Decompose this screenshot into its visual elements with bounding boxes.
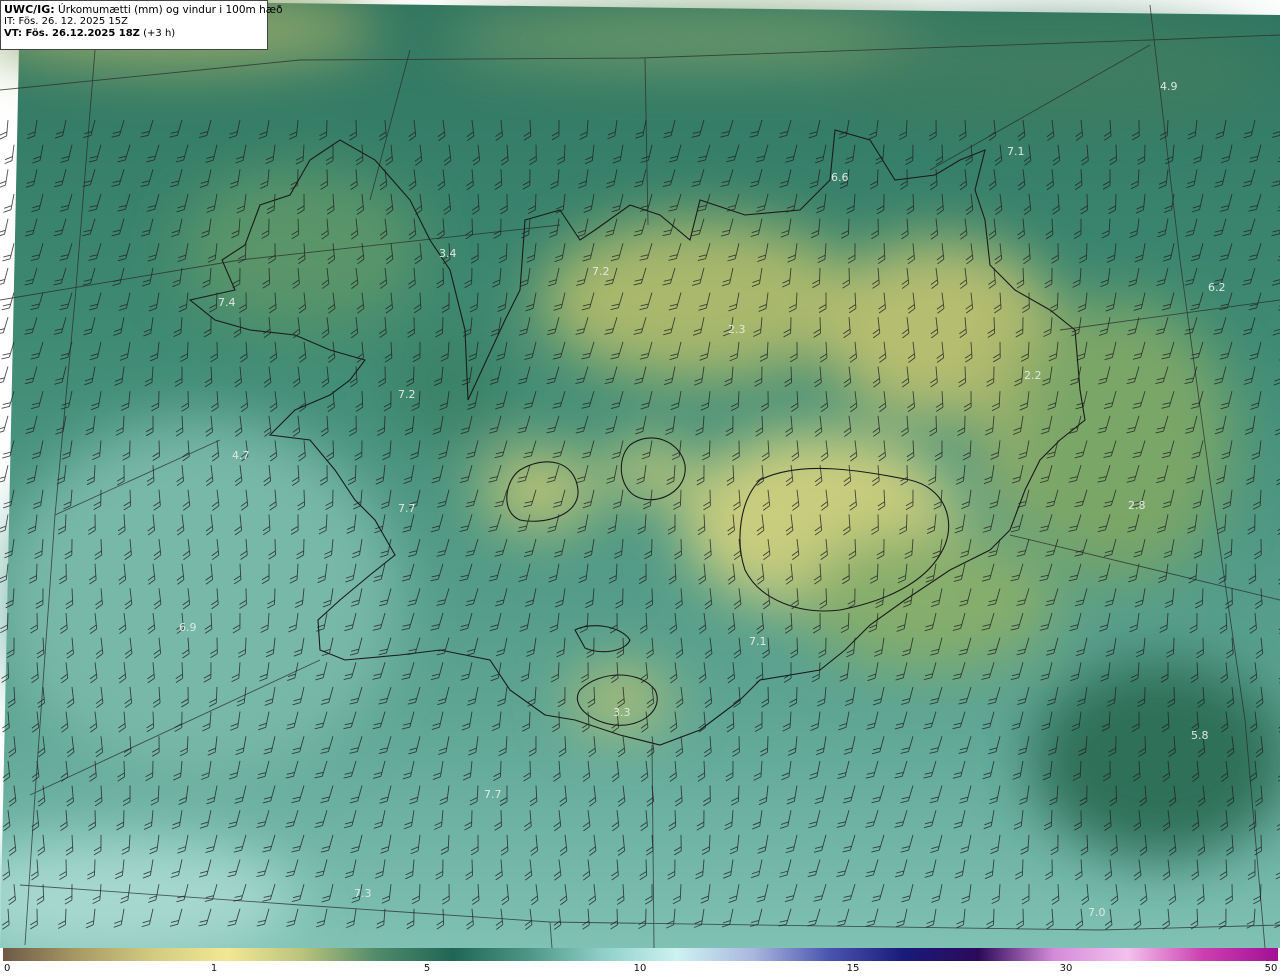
colorbar-tick: 50 (1264, 963, 1278, 974)
value-label: 7.1 (749, 635, 767, 648)
value-label: 2.8 (1128, 499, 1146, 512)
issue-time: IT: Fös. 26. 12. 2025 15Z (4, 16, 128, 27)
value-label: 7.4 (218, 296, 236, 309)
value-label: 7.3 (354, 887, 372, 900)
value-label: 7.7 (398, 502, 416, 515)
colorbar-tick: 1 (210, 963, 218, 974)
value-label: 4.7 (232, 449, 250, 462)
valid-offset: (+3 h) (143, 28, 176, 39)
valid-time-line: VT: Fös. 26.12.2025 18Z (+3 h) (4, 28, 263, 40)
value-label: 5.8 (1191, 729, 1209, 742)
value-label: 6.6 (831, 171, 849, 184)
colorbar-tick: 30 (1059, 963, 1073, 974)
value-label: 2.3 (728, 323, 746, 336)
colorbar: 0 1 5 10 15 30 50 (0, 948, 1280, 978)
value-label: 3.4 (439, 247, 457, 260)
value-label: 6.2 (1208, 281, 1226, 294)
value-label: 7.1 (1007, 145, 1025, 158)
colorbar-gradient (3, 948, 1278, 961)
value-label: 4.9 (1160, 80, 1178, 93)
valid-time: VT: Fös. 26.12.2025 18Z (4, 28, 140, 39)
value-label: 3.3 (613, 706, 631, 719)
value-label: 7.7 (484, 788, 502, 801)
value-label: 7.2 (398, 388, 416, 401)
value-label: 2.2 (1024, 369, 1042, 382)
value-label: 6.9 (179, 621, 197, 634)
colorbar-tick: 0 (4, 963, 11, 974)
map-title-box: UWC/IG: Úrkomumætti (mm) og vindur i 100… (0, 0, 283, 50)
model-name: UWC/IG: (4, 3, 55, 16)
colorbar-tick: 15 (846, 963, 860, 974)
colorbar-tick: 5 (423, 963, 431, 974)
field-name: Úrkomumætti (mm) og vindur i 100m hæð (58, 4, 283, 16)
value-label: 7.0 (1088, 906, 1106, 919)
precipitation-wind-map: 4.9 7.1 6.6 3.4 7.2 7.4 6.2 2.3 2.2 7.2 … (0, 0, 1280, 948)
value-label: 7.2 (592, 265, 610, 278)
colorbar-tick: 10 (633, 963, 647, 974)
title-line: UWC/IG: Úrkomumætti (mm) og vindur i 100… (4, 3, 283, 17)
